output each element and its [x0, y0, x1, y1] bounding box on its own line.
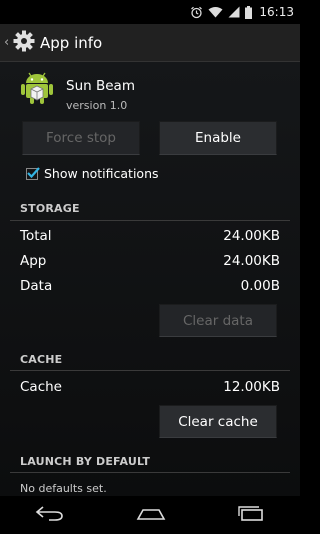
- alarm-icon: [190, 6, 203, 19]
- app-header: Sun Beam version 1.0: [20, 70, 135, 112]
- storage-row-value: 0.00B: [240, 278, 280, 294]
- app-version: version 1.0: [66, 99, 128, 112]
- wifi-icon: [208, 6, 223, 18]
- app-info-content: Sun Beam version 1.0 Force stop Enable S…: [0, 62, 300, 496]
- clear-data-button[interactable]: Clear data: [159, 304, 277, 337]
- show-notifications-row[interactable]: Show notifications: [26, 166, 159, 181]
- up-caret-icon[interactable]: ‹: [4, 35, 12, 50]
- cache-header: CACHE: [20, 353, 63, 366]
- cache-row: Cache 12.00KB: [20, 379, 280, 395]
- storage-row-label: Total: [20, 228, 52, 244]
- storage-divider: [10, 220, 290, 221]
- action-bar: ‹ App info: [0, 24, 300, 62]
- no-defaults-text: No defaults set.: [20, 482, 107, 495]
- clock: 16:13: [259, 5, 294, 19]
- cache-divider: [10, 370, 290, 371]
- force-stop-button[interactable]: Force stop: [22, 121, 140, 155]
- storage-row-label: App: [20, 253, 47, 269]
- app-name: Sun Beam: [66, 78, 135, 94]
- recent-apps-icon[interactable]: [237, 505, 265, 525]
- enable-button[interactable]: Enable: [159, 121, 277, 155]
- navigation-bar: [0, 496, 300, 534]
- storage-total-row: Total 24.00KB: [20, 228, 280, 244]
- cache-label: Cache: [20, 379, 62, 395]
- storage-header: STORAGE: [20, 202, 80, 215]
- page-title: App info: [40, 33, 103, 52]
- launch-header: LAUNCH BY DEFAULT: [20, 455, 151, 468]
- launch-divider: [10, 472, 290, 473]
- status-bar: 16:13: [0, 0, 300, 24]
- android-app-icon: [20, 70, 54, 110]
- battery-icon: [245, 5, 253, 19]
- storage-row-value: 24.00KB: [223, 228, 280, 244]
- settings-gear-icon[interactable]: [12, 29, 36, 57]
- show-notifications-checkbox[interactable]: [26, 166, 40, 180]
- storage-data-row: Data 0.00B: [20, 278, 280, 294]
- clear-cache-button[interactable]: Clear cache: [159, 405, 277, 438]
- cache-value: 12.00KB: [223, 379, 280, 395]
- back-icon[interactable]: [35, 505, 65, 525]
- home-icon[interactable]: [136, 506, 166, 525]
- signal-icon: [228, 6, 240, 18]
- storage-row-value: 24.00KB: [223, 253, 280, 269]
- storage-row-label: Data: [20, 278, 53, 294]
- storage-app-row: App 24.00KB: [20, 253, 280, 269]
- show-notifications-label: Show notifications: [44, 166, 159, 181]
